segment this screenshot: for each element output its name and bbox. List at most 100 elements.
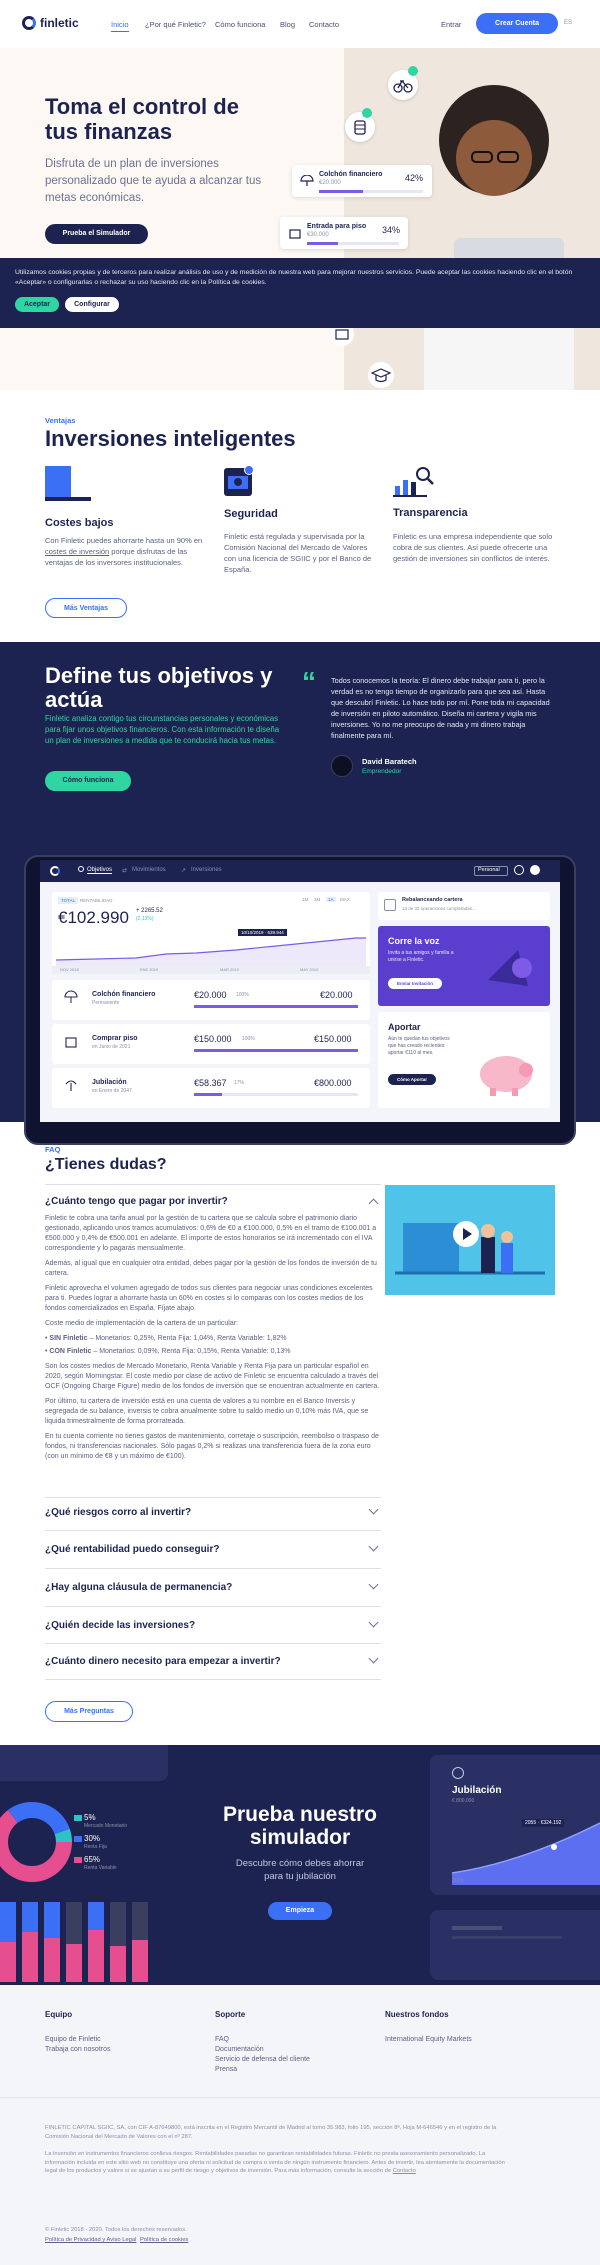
login-link[interactable]: Entrar	[441, 20, 461, 29]
goal-name: Colchón financiero	[319, 171, 383, 178]
chevron-down-icon[interactable]	[368, 1617, 379, 1628]
faq-answer-paragraph: Coste medio de implementación de la cart…	[45, 1320, 238, 1327]
tab-movimientos[interactable]: Movimientos	[132, 867, 166, 873]
period-1a[interactable]: 1A	[326, 897, 336, 902]
faq-question[interactable]: ¿Qué rentabilidad puedo conseguir?	[45, 1544, 219, 1555]
faq-divider	[45, 1530, 381, 1531]
try-simulator-button[interactable]: Prueba el Simulador	[45, 224, 148, 244]
portfolio-total-card: TOTAL RENTABILIDAD €102.990 + 2265.52 (2…	[52, 892, 370, 974]
rebalance-icon	[384, 899, 396, 911]
create-account-button[interactable]: Crear Cuenta	[476, 13, 558, 34]
how-it-works-button[interactable]: Cómo funciona	[45, 771, 131, 791]
faq-video-thumbnail[interactable]	[385, 1185, 555, 1295]
contribution-text: Aún te quedan tus objetivos que has crea…	[388, 1036, 450, 1056]
tab-inversiones[interactable]: Inversiones	[191, 867, 222, 873]
how-to-contribute-button[interactable]: Cómo Aportar	[388, 1074, 436, 1085]
faq-question[interactable]: ¿Hay alguna cláusula de permanencia?	[45, 1582, 232, 1593]
faq-answer-paragraph: Además, al igual que en cualquier otra e…	[45, 1260, 377, 1277]
legend-swatch	[74, 1836, 82, 1842]
privacy-link[interactable]: Política de Privacidad y Aviso Legal	[45, 2236, 136, 2245]
footer-link[interactable]: Prensa	[215, 2066, 237, 2073]
dashboard-goal-row[interactable]: Colchón financiero Permanente €20.000 10…	[52, 980, 370, 1020]
referral-title: Corre la voz	[388, 936, 440, 946]
nav-por-que-finletic[interactable]: ¿Por qué Finletic?	[145, 20, 206, 29]
period-max[interactable]: MAX	[340, 897, 350, 902]
check-badge-icon	[408, 66, 418, 76]
user-icon	[452, 1767, 464, 1779]
cookie-accept-button[interactable]: Aceptar	[15, 297, 59, 312]
copyright: © Finletic 2018 - 2020. Todos los derech…	[45, 2227, 187, 2233]
footer-link[interactable]: Trabaja con nosotros	[45, 2046, 111, 2053]
cookies-link[interactable]: Política de cookies	[140, 2236, 188, 2245]
faq-eyebrow: FAQ	[45, 1145, 61, 1154]
legend-label: Renta Fija	[84, 1844, 107, 1850]
check-badge-icon	[244, 465, 254, 475]
settings-gear-icon[interactable]	[514, 865, 524, 875]
more-questions-button[interactable]: Más Preguntas	[45, 1701, 133, 1722]
avatar[interactable]	[530, 865, 540, 875]
total-tab[interactable]: TOTAL	[58, 897, 79, 904]
dashboard-goal-row[interactable]: Comprar piso en Junio de 2021 €150.000 1…	[52, 1024, 370, 1064]
footer-link[interactable]: International Equity Markets	[385, 2036, 472, 2043]
axis-year: 2019	[452, 1878, 464, 1884]
nav-contacto[interactable]: Contacto	[309, 20, 339, 29]
faq-answer-paragraph: Son los costes medios de Mercado Monetar…	[45, 1363, 380, 1390]
legal-contact-link[interactable]: Contacto	[393, 2168, 416, 2174]
account-selector[interactable]: Personal	[474, 866, 508, 876]
footer-link[interactable]: Equipo de Finletic	[45, 2036, 101, 2043]
author-avatar	[331, 755, 353, 777]
rentabilidad-tab[interactable]: RENTABILIDAD	[80, 898, 112, 903]
bullet-label: CON Finletic	[49, 1348, 92, 1355]
language-selector[interactable]: ES	[564, 20, 572, 26]
goal-percent: 100%	[236, 992, 249, 998]
investment-costs-link[interactable]: costes de inversión	[45, 547, 109, 556]
goals-title: Define tus objetivos y actúa	[45, 663, 273, 712]
chevron-down-icon[interactable]	[368, 1541, 379, 1552]
period-3m[interactable]: 3M	[314, 897, 320, 902]
retirement-value: € 800.000	[452, 1798, 475, 1804]
chevron-down-icon[interactable]	[368, 1504, 379, 1515]
nav-inicio[interactable]: Inicio	[111, 20, 129, 32]
play-icon[interactable]	[453, 1221, 479, 1247]
more-advantages-button[interactable]: Más Ventajas	[45, 598, 127, 618]
chevron-up-icon[interactable]	[368, 1198, 379, 1209]
cookie-configure-button[interactable]: Configurar	[65, 297, 119, 312]
nav-blog[interactable]: Blog	[280, 20, 295, 29]
contribution-card: Aportar Aún te quedan tus objetivos que …	[378, 1012, 550, 1108]
nav-como-funciona[interactable]: Cómo funciona	[215, 20, 265, 29]
faq-question-open[interactable]: ¿Cuánto tengo que pagar por invertir?	[45, 1196, 228, 1207]
goals-tab-icon	[78, 866, 84, 872]
footer-link[interactable]: FAQ	[215, 2036, 229, 2043]
faq-question[interactable]: ¿Quién decide las inversiones?	[45, 1620, 195, 1631]
goal-progress-fill	[194, 1005, 358, 1008]
brand-name[interactable]: finletic	[40, 16, 79, 30]
movements-tab-icon: ⇄	[122, 868, 128, 874]
goal-amount: €20.000	[194, 990, 227, 1000]
period-1m[interactable]: 1M	[302, 897, 308, 902]
goal-name: Jubilación	[92, 1079, 127, 1086]
goal-subtitle: en Junio de 2021	[92, 1044, 131, 1050]
referral-text: Invita a tus amigos y familia a unirse a…	[388, 950, 454, 963]
goal-progress-track	[194, 1049, 358, 1052]
rebalance-card: Rebalanceando cartera 13 de 33 operacion…	[378, 892, 550, 920]
house-icon	[288, 226, 302, 239]
tab-objetivos[interactable]: Objetivos	[87, 867, 113, 874]
faq-question[interactable]: ¿Cuánto dinero necesito para empezar a i…	[45, 1656, 281, 1667]
goal-target: €20.000	[320, 990, 353, 1000]
finletic-logo-icon[interactable]	[22, 16, 36, 30]
graduation-cap-icon	[368, 362, 394, 388]
send-invite-button[interactable]: Enviar Invitación	[388, 978, 442, 989]
chart-tooltip: 10/10/2019 · 639.944	[238, 929, 287, 936]
finletic-logo-icon	[50, 866, 60, 876]
low-cost-icon-base	[45, 497, 91, 501]
footer-link[interactable]: Documentación	[215, 2046, 264, 2053]
legend-label: Mercado Monetario	[84, 1823, 128, 1829]
chart-tooltip: 2055 · €324.192	[522, 1819, 565, 1827]
chevron-down-icon[interactable]	[368, 1653, 379, 1664]
footer-link[interactable]: Servicio de defensa del cliente	[215, 2056, 310, 2063]
chevron-down-icon[interactable]	[368, 1579, 379, 1590]
start-simulator-button[interactable]: Empieza	[268, 1902, 332, 1920]
goal-progress-fill	[194, 1093, 222, 1096]
dashboard-goal-row[interactable]: Jubilación en Enero de 2047 €58.367 17% …	[52, 1068, 370, 1108]
faq-question[interactable]: ¿Qué riesgos corro al invertir?	[45, 1507, 191, 1518]
